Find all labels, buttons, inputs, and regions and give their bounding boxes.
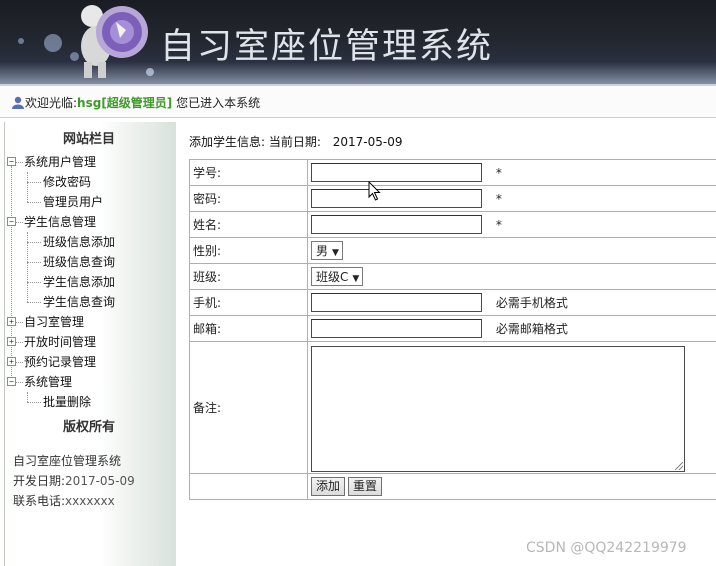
gender-selected-value: 男 (316, 244, 329, 258)
sidebar-item-student-query[interactable]: 学生信息查询 (5, 292, 177, 312)
form-row-password: 密码: * (189, 185, 716, 212)
form-title: 添加学生信息: (189, 135, 266, 149)
sidebar-group-reservations[interactable]: + 预约记录管理 (5, 352, 177, 372)
required-mark: * (495, 165, 502, 180)
required-mark: * (495, 217, 502, 232)
field-label: 备注: (189, 341, 308, 474)
form-row-gender: 性别: 男 ▼ (189, 237, 716, 264)
sidebar-heading: 网站栏目 (63, 132, 116, 147)
welcome-suffix: 您已进入本系统 (176, 96, 261, 110)
sidebar-group-open-time[interactable]: + 开放时间管理 (5, 332, 177, 352)
required-mark: * (495, 191, 502, 206)
sidebar-group-system-admin[interactable]: − 系统管理 (5, 372, 177, 392)
reset-button[interactable]: 重置 (348, 477, 383, 496)
gender-select[interactable]: 男 ▼ (311, 241, 343, 260)
sidebar-group-label: 开放时间管理 (24, 335, 97, 349)
form-heading: 添加学生信息: 当前日期: 2017-05-09 (189, 133, 403, 150)
sidebar-item-label[interactable]: 班级信息添加 (43, 235, 115, 249)
phone-line: 联系电话:xxxxxxx (13, 492, 115, 509)
welcome-bar: 欢迎光临:hsg[超级管理员] 您已进入本系统 (0, 86, 716, 118)
expand-icon[interactable]: + (7, 357, 16, 366)
phone-format-hint: 必需手机格式 (495, 296, 568, 310)
dev-date-label: 开发日期: (13, 474, 66, 488)
sidebar-item-label[interactable]: 批量删除 (43, 395, 91, 409)
password-input[interactable] (311, 189, 482, 208)
field-label: 学号: (189, 159, 308, 186)
student-form: 学号: * 密码: * 姓名: * 性别: 男 ▼ 班级: 班级C ▼ 手机: … (189, 159, 716, 500)
system-name: 自习室座位管理系统 (13, 454, 122, 468)
form-row-name: 姓名: * (189, 211, 716, 238)
sidebar: 网站栏目 − 系统用户管理 修改密码 管理员用户 − 学生信息管理 班级信息添加… (4, 122, 176, 566)
form-row-student-id: 学号: * (189, 159, 716, 186)
welcome-prefix: 欢迎光临: (25, 96, 78, 110)
class-selected-value: 班级C (316, 270, 349, 284)
field-label: 姓名: (189, 211, 308, 238)
watermark: CSDN @QQ242219979 (526, 540, 687, 556)
field-label: 手机: (189, 289, 308, 316)
sidebar-item-label[interactable]: 管理员用户 (43, 195, 103, 209)
current-user: hsg[超级管理员] (77, 96, 173, 110)
phone-input[interactable] (311, 293, 482, 312)
sidebar-item-label[interactable]: 修改密码 (43, 175, 91, 189)
remark-textarea[interactable] (311, 346, 685, 472)
field-label: 班级: (189, 263, 308, 290)
email-format-hint: 必需邮箱格式 (495, 322, 568, 336)
sidebar-item-change-password[interactable]: 修改密码 (5, 172, 177, 192)
form-row-class: 班级: 班级C ▼ (189, 263, 716, 290)
form-row-remark: 备注: (189, 341, 716, 474)
expand-icon[interactable]: + (7, 337, 16, 346)
mouse-cursor-icon (368, 181, 381, 201)
sidebar-item-batch-delete[interactable]: 批量删除 (5, 392, 177, 412)
date-label: 当前日期: (268, 135, 321, 149)
phone-label: 联系电话: (13, 494, 66, 508)
copyright-title: 版权所有 (63, 420, 116, 435)
field-label: 邮箱: (189, 315, 308, 342)
form-row-actions: 添加 重置 (189, 473, 716, 500)
sidebar-item-class-add[interactable]: 班级信息添加 (5, 232, 177, 252)
sidebar-group-label: 系统用户管理 (24, 155, 97, 169)
form-row-email: 邮箱: 必需邮箱格式 (189, 315, 716, 342)
dev-date-value: 2017-05-09 (65, 474, 135, 488)
user-icon (12, 96, 24, 109)
sidebar-item-admin-users[interactable]: 管理员用户 (5, 192, 177, 212)
sidebar-item-label[interactable]: 班级信息查询 (43, 255, 115, 269)
collapse-icon[interactable]: − (7, 377, 16, 386)
sidebar-item-label[interactable]: 学生信息查询 (43, 295, 115, 309)
field-label: 性别: (189, 237, 308, 264)
student-id-input[interactable] (311, 163, 482, 182)
collapse-icon[interactable]: − (7, 157, 16, 166)
system-title: 自习室座位管理系统 (160, 27, 494, 67)
form-row-phone: 手机: 必需手机格式 (189, 289, 716, 316)
add-button[interactable]: 添加 (311, 477, 346, 496)
name-input[interactable] (311, 215, 482, 234)
resize-grip-icon[interactable] (675, 462, 683, 470)
header-banner: 自习室座位管理系统 (0, 0, 716, 86)
expand-icon[interactable]: + (7, 317, 16, 326)
nav-tree: − 系统用户管理 修改密码 管理员用户 − 学生信息管理 班级信息添加 班级信息… (5, 152, 177, 412)
sidebar-group-study-room[interactable]: + 自习室管理 (5, 312, 177, 332)
sidebar-group-label: 自习室管理 (24, 315, 85, 329)
sidebar-group-system-users[interactable]: − 系统用户管理 (5, 152, 177, 172)
dev-date-line: 开发日期:2017-05-09 (13, 472, 135, 489)
sidebar-item-student-add[interactable]: 学生信息添加 (5, 272, 177, 292)
sidebar-group-label: 学生信息管理 (24, 215, 97, 229)
mascot-logo-icon (81, 5, 148, 78)
sidebar-group-label: 预约记录管理 (24, 355, 97, 369)
sidebar-group-student-info[interactable]: − 学生信息管理 (5, 212, 177, 232)
field-label: 密码: (189, 185, 308, 212)
empty-cell (189, 473, 308, 500)
current-date: 2017-05-09 (332, 135, 403, 149)
phone-value: xxxxxxx (65, 494, 115, 508)
dropdown-arrow-icon: ▼ (352, 274, 360, 284)
dropdown-arrow-icon: ▼ (332, 248, 339, 258)
email-input[interactable] (311, 319, 482, 338)
sidebar-group-label: 系统管理 (24, 375, 73, 389)
class-select[interactable]: 班级C ▼ (311, 267, 364, 286)
sidebar-item-class-query[interactable]: 班级信息查询 (5, 252, 177, 272)
sidebar-item-label[interactable]: 学生信息添加 (43, 275, 115, 289)
main-content: 添加学生信息: 当前日期: 2017-05-09 学号: * 密码: * 姓名:… (180, 122, 716, 566)
collapse-icon[interactable]: − (7, 217, 16, 226)
